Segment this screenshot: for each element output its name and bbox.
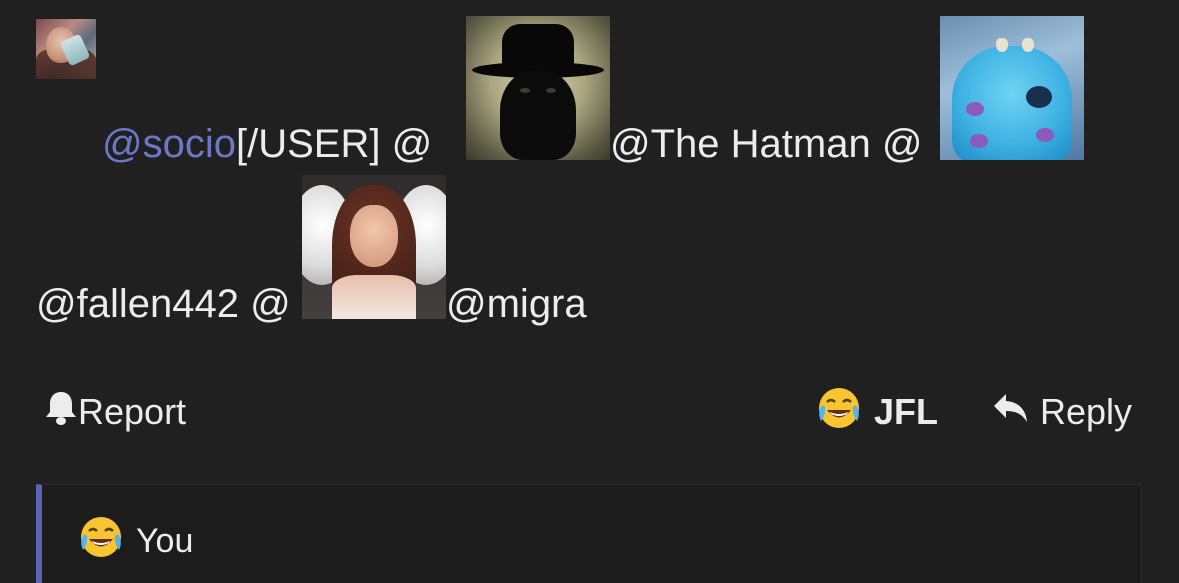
report-label: Report [78,391,187,432]
user-tag-text: [/USER] @ [235,122,433,166]
mention-link-socio[interactable]: @socio [102,122,236,166]
user-avatar[interactable] [36,19,96,79]
sully-avatar-image [940,16,1084,160]
post-line-1: @socio[/USER] @ [102,120,432,168]
post-container: @socio[/USER] @ @The Hatman @ @fallen442… [0,0,1179,583]
reaction-summary[interactable]: You [78,516,194,563]
post-actions-bar: Report JFL Reply [0,387,1179,436]
mention-migra[interactable]: @migra [446,280,587,328]
reply-button[interactable]: Reply [992,388,1132,436]
mention-the-hatman[interactable]: @The Hatman @ [610,120,922,168]
reply-arrow-icon [992,391,1030,434]
crying-laughing-emoji-icon [816,385,862,440]
reaction-quote-box: You [36,484,1142,583]
crying-laughing-emoji-icon [78,514,124,569]
reaction-user-label: You [136,521,194,560]
reply-label: Reply [1040,391,1133,432]
hatman-avatar-image [466,16,610,160]
jfl-label: JFL [874,391,939,432]
report-button[interactable]: Report [44,388,186,436]
angel-avatar-image [302,175,446,319]
jfl-reaction-button[interactable]: JFL [816,387,939,436]
bell-icon [44,390,78,435]
mention-fallen442[interactable]: @fallen442 @ [36,280,291,328]
